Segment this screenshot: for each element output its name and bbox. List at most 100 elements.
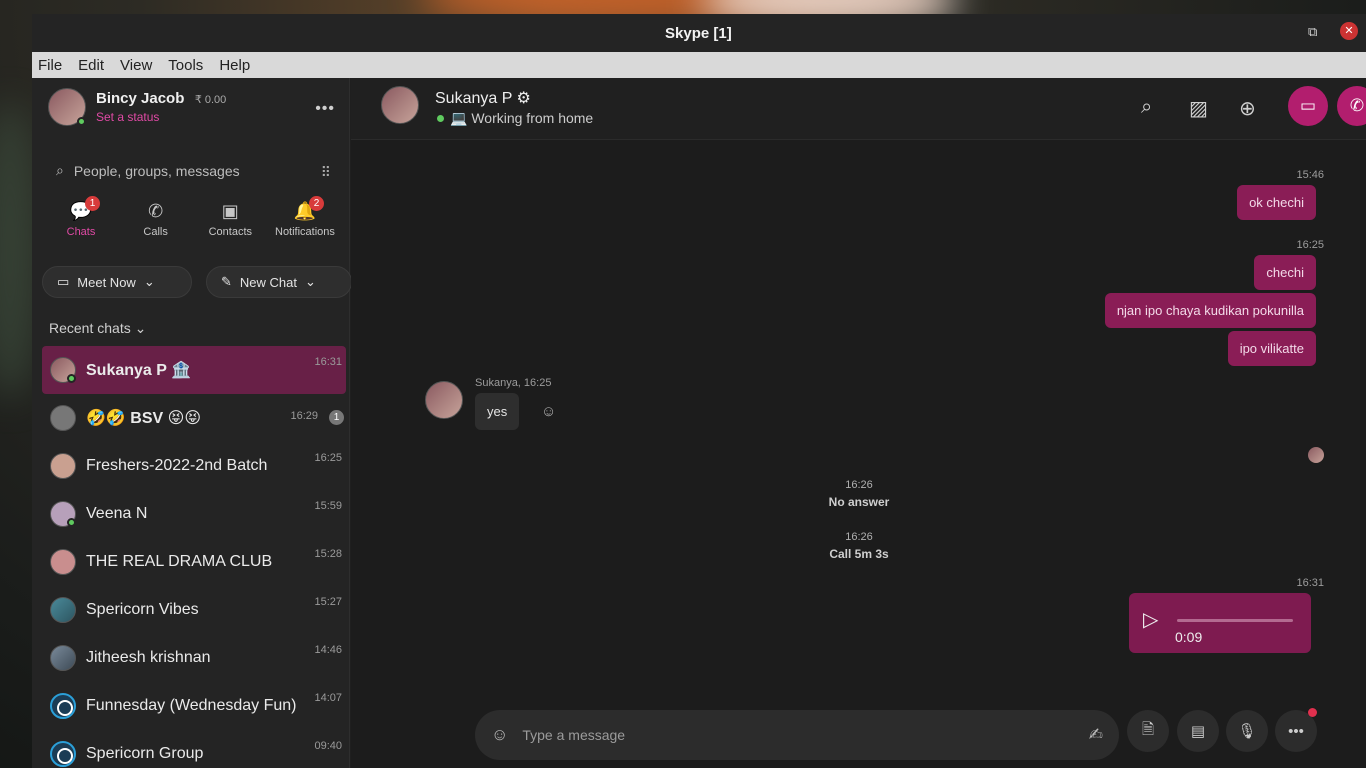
menu-help[interactable]: Help bbox=[219, 57, 250, 74]
gallery-icon[interactable]: ▨ bbox=[1189, 96, 1208, 121]
record-voice-button[interactable]: 🎙 bbox=[1226, 710, 1268, 752]
emoji-react-icon[interactable]: ☺ bbox=[541, 403, 556, 420]
add-person-icon[interactable]: ⊕ bbox=[1239, 96, 1256, 121]
tab-chats[interactable]: 💬 Chats 1 bbox=[48, 196, 114, 238]
list-item[interactable]: Sukanya P 🏦 16:31 bbox=[42, 346, 346, 394]
list-item[interactable]: Funnesday (Wednesday Fun) 14:07 bbox=[42, 682, 346, 730]
message-time: 16:31 bbox=[1296, 577, 1324, 589]
microphone-icon: 🎙 bbox=[1237, 723, 1257, 740]
settings-gear-icon[interactable]: ⚙ bbox=[517, 90, 531, 107]
message-composer[interactable]: ☺ Type a message ✍ bbox=[475, 710, 1119, 760]
meet-now-button[interactable]: ▭ Meet Now ⌄ bbox=[42, 266, 192, 298]
contact-name-text: Sukanya P bbox=[435, 90, 513, 107]
window-title: Skype [1] bbox=[665, 25, 732, 42]
format-icon[interactable]: ✍ bbox=[1089, 725, 1103, 745]
call-time: 16:26 bbox=[845, 531, 873, 543]
search-bar[interactable]: ⌕ People, groups, messages bbox=[56, 162, 326, 179]
call-event: 16:26 No answer bbox=[799, 479, 919, 509]
tab-label: Contacts bbox=[208, 226, 253, 238]
list-item[interactable]: Veena N 15:59 bbox=[42, 490, 346, 538]
conversation-header: Sukanya P ⚙ 💻 Working from home ⌕ ▨ ⊕ ▭ … bbox=[351, 78, 1366, 140]
close-icon[interactable]: ✕ bbox=[1340, 22, 1358, 40]
search-icon: ⌕ bbox=[56, 162, 64, 178]
new-chat-button[interactable]: ✎ New Chat ⌄ bbox=[206, 266, 352, 298]
contact-status: 💻 Working from home bbox=[437, 110, 593, 127]
chat-name: Spericorn Vibes bbox=[86, 601, 199, 618]
menu-edit[interactable]: Edit bbox=[78, 57, 104, 74]
avatar bbox=[50, 597, 76, 623]
sender-meta: Sukanya, 16:25 bbox=[475, 377, 552, 389]
title-bar: Skype [1] ⧉ ✕ bbox=[32, 14, 1366, 52]
profile[interactable]: Bincy Jacob ₹ 0.00 Set a status bbox=[48, 88, 226, 126]
menu-file[interactable]: File bbox=[38, 57, 62, 74]
meet-now-label: Meet Now bbox=[77, 274, 136, 290]
phone-icon: ✆ bbox=[148, 201, 164, 221]
avatar[interactable] bbox=[48, 88, 86, 126]
video-icon: ▭ bbox=[1299, 96, 1317, 115]
list-item[interactable]: THE REAL DRAMA CLUB 15:28 bbox=[42, 538, 346, 586]
file-icon: 🗎 bbox=[1141, 720, 1155, 738]
group-ring-icon bbox=[50, 693, 76, 719]
notification-badge: 2 bbox=[308, 196, 324, 211]
menu-tools[interactable]: Tools bbox=[168, 57, 203, 74]
chat-time: 14:07 bbox=[314, 692, 342, 704]
avatar bbox=[50, 645, 76, 671]
outgoing-message[interactable]: njan ipo chaya kudikan pokunilla bbox=[1104, 293, 1316, 328]
list-item[interactable]: Spericorn Vibes 15:27 bbox=[42, 586, 346, 634]
more-options-button[interactable]: ••• bbox=[1275, 708, 1317, 752]
list-item[interactable]: 🤣🤣 BSV 😝😝 16:29 1 bbox=[42, 394, 346, 442]
contact-card-icon: ▤ bbox=[1190, 723, 1206, 740]
search-icon[interactable]: ⌕ bbox=[1141, 96, 1152, 119]
restore-icon[interactable]: ⧉ bbox=[1308, 24, 1317, 40]
set-status-link[interactable]: Set a status bbox=[96, 110, 226, 124]
avatar bbox=[50, 501, 76, 527]
chat-time: 15:27 bbox=[314, 596, 342, 608]
unread-badge: 1 bbox=[329, 410, 344, 425]
more-options-icon: ••• bbox=[1288, 722, 1304, 740]
outgoing-message[interactable]: ok chechi bbox=[1237, 185, 1316, 220]
send-file-button[interactable]: 🗎 bbox=[1127, 710, 1169, 752]
voice-message[interactable]: ▷ 0:09 bbox=[1129, 593, 1311, 653]
read-receipt-avatar bbox=[1308, 447, 1324, 463]
conversation-pane: Sukanya P ⚙ 💻 Working from home ⌕ ▨ ⊕ ▭ … bbox=[351, 78, 1366, 768]
chat-name: Spericorn Group bbox=[86, 745, 204, 762]
list-item[interactable]: Freshers-2022-2nd Batch 16:25 bbox=[42, 442, 346, 490]
call-status: No answer bbox=[828, 495, 890, 509]
search-input[interactable]: People, groups, messages bbox=[74, 163, 240, 179]
avatar bbox=[50, 357, 76, 383]
menu-view[interactable]: View bbox=[120, 57, 152, 74]
video-call-button[interactable]: ▭ bbox=[1288, 86, 1328, 126]
message-input[interactable]: Type a message bbox=[522, 727, 1074, 743]
audio-call-button[interactable]: ✆ bbox=[1337, 86, 1366, 126]
tab-label: Calls bbox=[143, 226, 168, 238]
outgoing-message[interactable]: ipo vilikatte bbox=[1227, 331, 1316, 366]
chat-name: Veena N bbox=[86, 505, 148, 522]
tab-calls[interactable]: ✆ Calls bbox=[123, 202, 189, 238]
recent-chats-text: Recent chats bbox=[49, 320, 131, 336]
recent-chats-label[interactable]: Recent chats ⌄ bbox=[49, 320, 146, 337]
dialpad-icon[interactable]: ⠿ bbox=[321, 164, 331, 181]
nav-tabs: 💬 Chats 1 ✆ Calls ▣ Contacts 🔔 Notificat… bbox=[48, 196, 338, 238]
more-options-icon[interactable]: ••• bbox=[315, 100, 335, 118]
incoming-message[interactable]: yes bbox=[475, 393, 520, 430]
tab-notifications[interactable]: 🔔 Notifications 2 bbox=[272, 196, 338, 238]
chat-time: 16:29 bbox=[290, 410, 318, 422]
emoji-icon[interactable]: ☺ bbox=[491, 725, 508, 745]
video-icon: ▭ bbox=[57, 274, 70, 289]
list-item[interactable]: Spericorn Group 09:40 bbox=[42, 730, 346, 768]
contact-name[interactable]: Sukanya P ⚙ bbox=[435, 88, 531, 108]
chat-time: 15:59 bbox=[314, 500, 342, 512]
tab-contacts[interactable]: ▣ Contacts bbox=[197, 202, 263, 238]
outgoing-message[interactable]: chechi bbox=[1254, 255, 1316, 290]
voice-progress-track[interactable] bbox=[1177, 619, 1293, 622]
chat-name: Freshers-2022-2nd Batch bbox=[86, 457, 268, 474]
list-item[interactable]: Jitheesh krishnan 14:46 bbox=[42, 634, 346, 682]
send-contact-button[interactable]: ▤ bbox=[1177, 710, 1219, 752]
chat-time: 16:25 bbox=[314, 452, 342, 464]
online-status-icon bbox=[67, 518, 76, 527]
play-icon[interactable]: ▷ bbox=[1143, 607, 1158, 632]
avatar[interactable] bbox=[381, 86, 419, 124]
sidebar: Bincy Jacob ₹ 0.00 Set a status ••• ⌕ Pe… bbox=[32, 78, 352, 768]
avatar bbox=[50, 549, 76, 575]
avatar[interactable] bbox=[425, 381, 463, 419]
